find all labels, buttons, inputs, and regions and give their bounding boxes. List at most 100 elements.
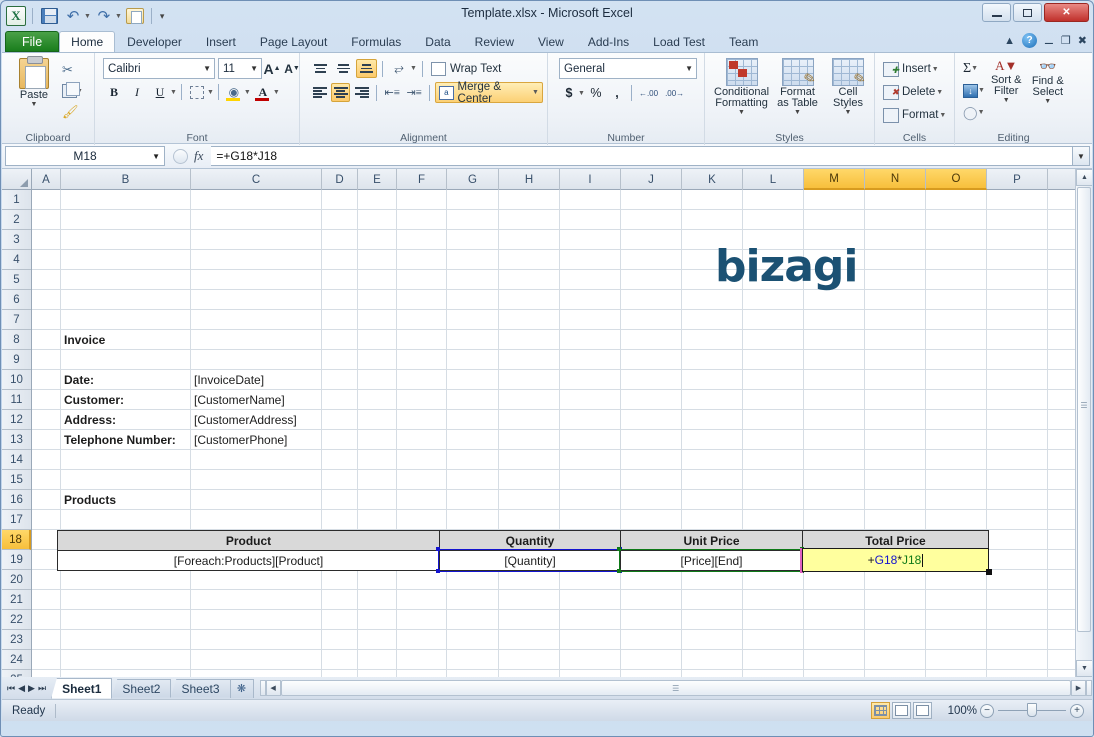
horizontal-split-handle-right[interactable]	[1086, 680, 1092, 696]
tab-review[interactable]: Review	[463, 31, 526, 52]
insert-dropdown-icon[interactable]: ▼	[932, 66, 939, 73]
row-header-11[interactable]: 11	[2, 390, 31, 410]
row-header-7[interactable]: 7	[2, 310, 31, 330]
sheet-tab-sheet2[interactable]: Sheet2	[111, 678, 172, 698]
tab-formulas[interactable]: Formulas	[339, 31, 413, 52]
cell-B10[interactable]: Customer:	[64, 390, 124, 410]
format-cells-button[interactable]: Format ▼	[883, 104, 946, 126]
grow-font-button[interactable]: A ▲	[262, 59, 282, 79]
row-header-9[interactable]: 9	[2, 350, 31, 370]
workbook-restore-icon[interactable]: ❐	[1061, 34, 1071, 47]
column-header-N[interactable]: N	[865, 169, 926, 190]
conditional-formatting-button[interactable]: Conditional Formatting ▼	[714, 58, 769, 116]
insert-function-icon[interactable]: fx	[194, 148, 203, 164]
delete-dropdown-icon[interactable]: ▼	[936, 89, 943, 96]
workbook-close-icon[interactable]: ✖	[1078, 34, 1087, 47]
zoom-level[interactable]: 100%	[948, 705, 977, 717]
row-header-19[interactable]: 19	[2, 550, 31, 570]
cell-C11[interactable]: [CustomerAddress]	[194, 410, 297, 430]
horizontal-scroll-thumb[interactable]: ☰	[280, 680, 1071, 696]
accounting-dropdown-icon[interactable]: ▼	[578, 90, 585, 97]
select-all-button[interactable]	[2, 169, 32, 190]
cancel-icon[interactable]	[173, 148, 188, 164]
paste-dropdown-icon[interactable]: ▼	[31, 101, 38, 108]
cell-B12[interactable]: Telephone Number:	[64, 430, 176, 450]
align-center-button[interactable]	[331, 83, 351, 102]
tab-load-test[interactable]: Load Test	[641, 31, 717, 52]
row-header-12[interactable]: 12	[2, 410, 31, 430]
first-sheet-icon[interactable]: ⏮	[7, 683, 15, 694]
table-header-unit-price[interactable]: Unit Price	[620, 530, 803, 551]
page-break-preview-button[interactable]	[913, 702, 932, 719]
font-color-dropdown-icon[interactable]: ▼	[273, 89, 280, 96]
autosum-dropdown-icon[interactable]: ▼	[971, 65, 978, 72]
tab-home[interactable]: Home	[59, 31, 116, 52]
row-header-13[interactable]: 13	[2, 430, 31, 450]
row-header-16[interactable]: 16	[2, 490, 31, 510]
fill-dropdown-icon[interactable]: ▼	[978, 87, 985, 94]
column-header-D[interactable]: D	[322, 169, 358, 190]
last-sheet-icon[interactable]: ⏭	[38, 683, 46, 694]
number-format-select[interactable]: General ▼	[559, 58, 697, 79]
table-header-quantity[interactable]: Quantity	[439, 530, 621, 551]
autosum-button[interactable]: Σ ▼	[963, 58, 985, 79]
column-header-A[interactable]: A	[32, 169, 61, 190]
column-header-J[interactable]: J	[621, 169, 682, 190]
align-left-button[interactable]	[310, 83, 329, 102]
column-header-E[interactable]: E	[358, 169, 397, 190]
column-header-M[interactable]: M	[804, 169, 865, 190]
cell-area[interactable]: bizagi Invoice Date: [InvoiceDate] Custo…	[32, 190, 1075, 677]
fill-handle[interactable]	[986, 569, 992, 575]
cell-B15[interactable]: Products	[64, 490, 116, 510]
ref-handle-tl-j18[interactable]	[617, 547, 621, 551]
sort-filter-dropdown-icon[interactable]: ▼	[1003, 97, 1010, 104]
accounting-format-button[interactable]: $	[559, 83, 579, 103]
row-header-17[interactable]: 17	[2, 510, 31, 530]
align-middle-button[interactable]	[333, 59, 354, 78]
scroll-right-button[interactable]: ▶	[1071, 680, 1086, 696]
format-as-table-dropdown-icon[interactable]: ▼	[794, 109, 801, 116]
cell-C12[interactable]: [CustomerPhone]	[194, 430, 287, 450]
name-box-dropdown-icon[interactable]: ▼	[152, 152, 160, 161]
fill-color-button[interactable]: ◉	[223, 82, 245, 102]
row-header-24[interactable]: 24	[2, 650, 31, 670]
insert-worksheet-icon[interactable]: ❋	[229, 678, 254, 698]
sheet-tab-sheet1[interactable]: Sheet1	[51, 677, 113, 699]
fill-button[interactable]: ↓ ▼	[963, 80, 985, 101]
expand-formula-bar-icon[interactable]: ▼	[1073, 146, 1090, 166]
minimize-ribbon-icon[interactable]: ▲	[1004, 35, 1015, 47]
row-header-14[interactable]: 14	[2, 450, 31, 470]
font-name-dropdown-icon[interactable]: ▼	[203, 64, 211, 73]
tab-page-layout[interactable]: Page Layout	[248, 31, 339, 52]
zoom-track[interactable]	[998, 703, 1066, 717]
format-painter-button[interactable]: 🖌	[60, 102, 85, 122]
column-header-I[interactable]: I	[560, 169, 621, 190]
zoom-out-button[interactable]: −	[980, 703, 994, 718]
table-header-product[interactable]: Product	[57, 530, 440, 551]
ref-handle-bl-g18[interactable]	[436, 569, 440, 573]
row-header-25[interactable]: 25	[2, 670, 31, 678]
cut-button[interactable]: ✂	[60, 60, 85, 80]
orientation-button[interactable]: ⥂	[388, 59, 410, 79]
workbook-minimize-icon[interactable]: ⚊	[1044, 34, 1054, 47]
sort-and-filter-button[interactable]: A▼ Sort & Filter ▼	[987, 58, 1026, 104]
font-size-dropdown-icon[interactable]: ▼	[250, 64, 258, 73]
row-header-3[interactable]: 3	[2, 230, 31, 250]
next-sheet-icon[interactable]: ▶	[28, 683, 35, 694]
font-size-input[interactable]: 11 ▼	[218, 58, 262, 79]
row-header-15[interactable]: 15	[2, 470, 31, 490]
scroll-up-button[interactable]: ▲	[1076, 169, 1092, 186]
row-header-8[interactable]: 8	[2, 330, 31, 350]
table-cell-product[interactable]: [Foreach:Products][Product]	[57, 550, 440, 571]
column-header-O[interactable]: O	[926, 169, 987, 190]
cell-B7[interactable]: Invoice	[64, 330, 105, 350]
column-header-F[interactable]: F	[397, 169, 447, 190]
tab-view[interactable]: View	[526, 31, 576, 52]
underline-dropdown-icon[interactable]: ▼	[170, 89, 177, 96]
column-header-L[interactable]: L	[743, 169, 804, 190]
align-top-button[interactable]	[310, 59, 331, 78]
cell-C9[interactable]: [InvoiceDate]	[194, 370, 264, 390]
row-header-4[interactable]: 4	[2, 250, 31, 270]
number-format-dropdown-icon[interactable]: ▼	[685, 64, 693, 73]
clear-dropdown-icon[interactable]: ▼	[978, 109, 985, 116]
